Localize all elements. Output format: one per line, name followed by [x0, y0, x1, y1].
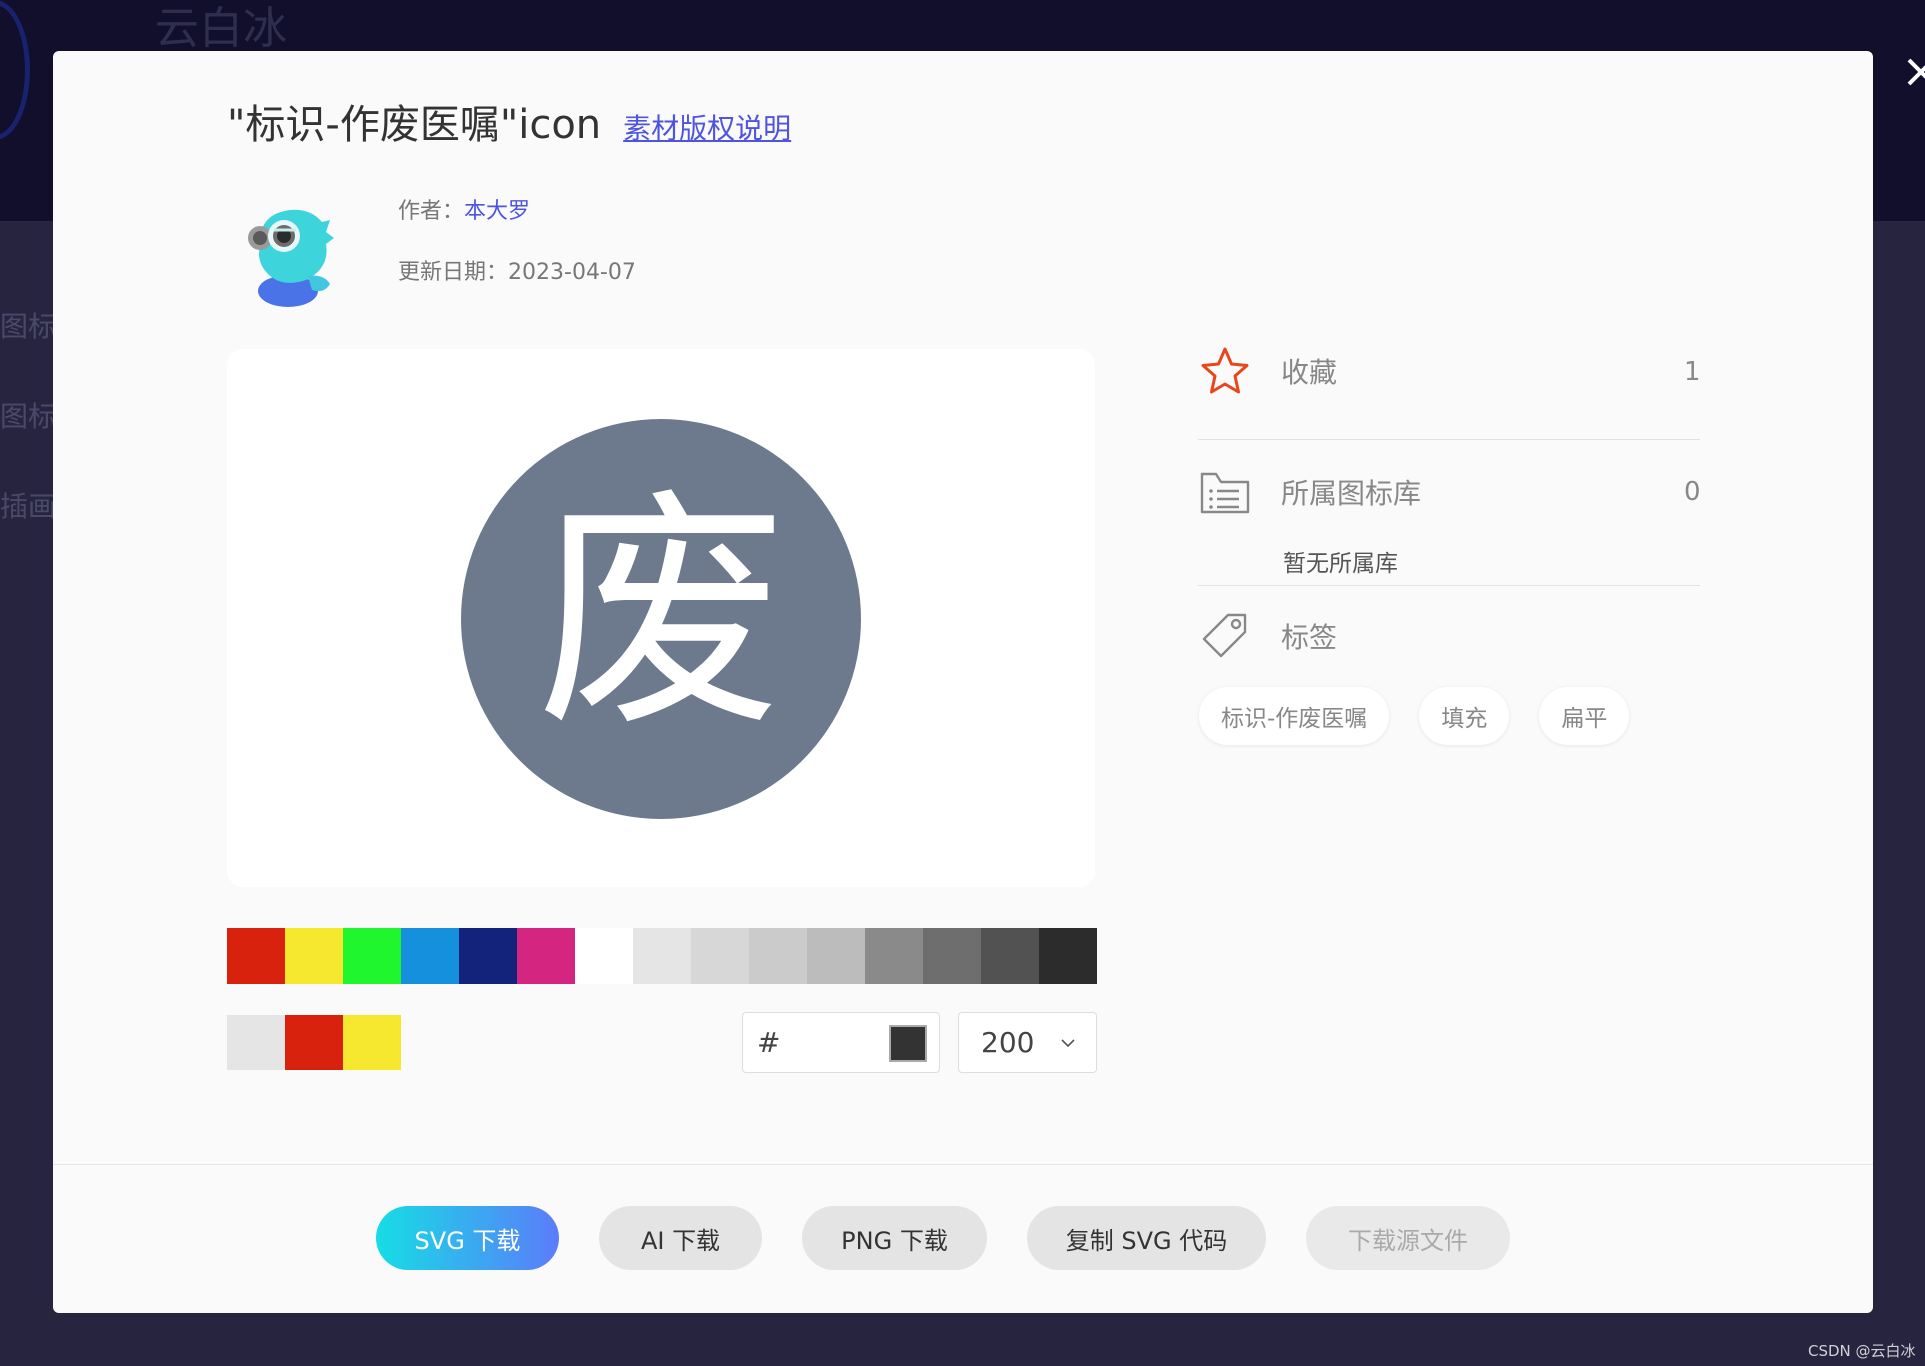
- ai-download-button[interactable]: AI 下载: [599, 1206, 762, 1270]
- copyright-link[interactable]: 素材版权说明: [623, 107, 791, 147]
- preview-glyph: 废: [536, 468, 786, 759]
- color-swatch[interactable]: [633, 928, 691, 984]
- color-swatch[interactable]: [691, 928, 749, 984]
- author-line: 作者：本大罗: [398, 193, 530, 225]
- color-swatch[interactable]: [807, 928, 865, 984]
- favorite-label: 收藏: [1281, 356, 1338, 389]
- preview-circle: 废: [461, 419, 861, 819]
- color-swatch[interactable]: [401, 928, 459, 984]
- tag-chip[interactable]: 填充: [1419, 687, 1510, 745]
- recent-colors: [227, 1015, 401, 1070]
- footer-divider: [53, 1164, 1873, 1165]
- tags-label: 标签: [1281, 621, 1338, 654]
- color-swatch[interactable]: [981, 928, 1039, 984]
- favorite-count: 1: [1684, 357, 1701, 387]
- divider: [1198, 439, 1700, 440]
- recent-color-swatch[interactable]: [285, 1015, 343, 1070]
- tag-chip[interactable]: 标识-作废医嘱: [1199, 687, 1390, 745]
- update-date-line: 更新日期：2023-04-07: [398, 254, 636, 286]
- tag-chip[interactable]: 扁平: [1539, 687, 1630, 745]
- date-value: 2023-04-07: [508, 260, 636, 285]
- current-color-swatch[interactable]: [889, 1025, 927, 1062]
- folder-list-icon: [1200, 472, 1250, 514]
- date-label: 更新日期：: [398, 260, 509, 285]
- library-label: 所属图标库: [1281, 477, 1422, 510]
- color-swatch[interactable]: [285, 928, 343, 984]
- color-swatch[interactable]: [923, 928, 981, 984]
- author-label: 作者：: [398, 199, 465, 224]
- tag-icon: [1202, 613, 1247, 658]
- recent-color-swatch[interactable]: [227, 1015, 285, 1070]
- close-icon[interactable]: [1905, 56, 1925, 100]
- watermark: CSDN @云白冰: [1808, 1342, 1916, 1360]
- color-swatch[interactable]: [227, 928, 285, 984]
- color-swatch[interactable]: [1039, 928, 1097, 984]
- size-value: 200: [981, 1026, 1035, 1059]
- library-row: 所属图标库: [1199, 468, 1421, 516]
- color-swatch[interactable]: [749, 928, 807, 984]
- recent-color-swatch[interactable]: [343, 1015, 401, 1070]
- icon-title: "标识-作废医嘱"icon: [227, 102, 602, 148]
- tags-row: 标签: [1199, 611, 1337, 661]
- color-swatch[interactable]: [517, 928, 575, 984]
- color-swatch[interactable]: [865, 928, 923, 984]
- divider: [1198, 585, 1700, 586]
- download-source-button[interactable]: 下载源文件: [1306, 1206, 1510, 1270]
- author-avatar[interactable]: [238, 196, 338, 308]
- library-count: 0: [1684, 477, 1701, 507]
- favorite-row[interactable]: 收藏: [1199, 346, 1337, 396]
- icon-preview: 废: [227, 349, 1095, 887]
- title-row: "标识-作废医嘱"icon 素材版权说明: [227, 92, 791, 150]
- hash-symbol: #: [757, 1026, 781, 1059]
- svg-download-button[interactable]: SVG 下载: [376, 1206, 559, 1270]
- no-library-text: 暂无所属库: [1283, 551, 1398, 577]
- copy-svg-code-button[interactable]: 复制 SVG 代码: [1027, 1206, 1266, 1270]
- star-icon[interactable]: [1199, 346, 1251, 396]
- color-swatch[interactable]: [575, 928, 633, 984]
- chevron-down-icon: [1061, 1039, 1075, 1048]
- tag-list: 标识-作废医嘱 填充 扁平: [1199, 687, 1630, 745]
- color-swatch[interactable]: [343, 928, 401, 984]
- size-select[interactable]: 200: [958, 1012, 1097, 1073]
- hex-color-input[interactable]: #: [742, 1012, 940, 1073]
- author-name[interactable]: 本大罗: [464, 199, 530, 224]
- color-swatch[interactable]: [459, 928, 517, 984]
- color-palette: [227, 928, 1097, 984]
- hex-field[interactable]: [788, 1029, 869, 1056]
- png-download-button[interactable]: PNG 下载: [802, 1206, 987, 1270]
